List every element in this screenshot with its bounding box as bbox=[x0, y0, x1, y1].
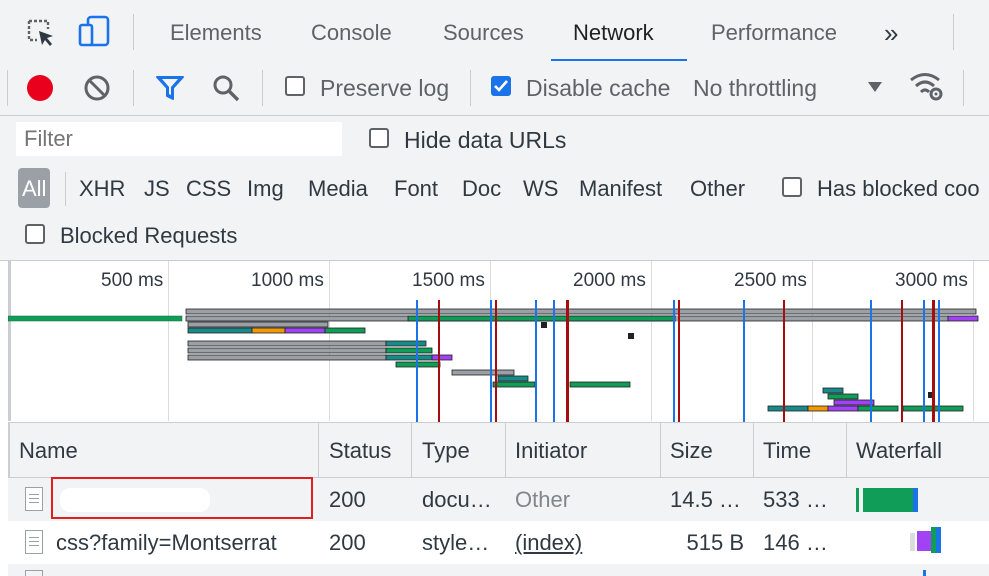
waterfall-bar-download bbox=[913, 488, 918, 512]
waterfall-bar-queue bbox=[910, 533, 915, 551]
filter-type-js[interactable]: JS bbox=[144, 172, 170, 206]
has-blocked-cookies-label[interactable]: Has blocked coo bbox=[817, 172, 989, 206]
tab-elements[interactable]: Elements bbox=[170, 0, 262, 61]
column-header-name[interactable]: Name bbox=[19, 422, 78, 480]
column-header-status[interactable]: Status bbox=[329, 422, 391, 480]
toolbar-separator bbox=[963, 70, 964, 106]
row-time: 146 … bbox=[763, 530, 828, 555]
document-file-icon bbox=[25, 530, 43, 554]
network-conditions-wifi-gear-icon[interactable] bbox=[908, 70, 946, 102]
clear-icon[interactable] bbox=[83, 74, 111, 102]
throttling-select[interactable]: No throttling bbox=[693, 74, 817, 102]
document-file-icon bbox=[25, 570, 43, 576]
row-name[interactable]: css?family=Montserrat bbox=[56, 521, 277, 565]
overview-tick-label: 2000 ms bbox=[573, 270, 646, 291]
toolbar-separator bbox=[7, 70, 8, 106]
waterfall-bar-download bbox=[923, 570, 926, 576]
active-tab-indicator bbox=[551, 59, 687, 61]
requests-table-header bbox=[8, 422, 989, 478]
overview-tick-label: 500 ms bbox=[101, 270, 164, 291]
overview-tick-label: 2500 ms bbox=[734, 270, 807, 291]
filter-type-font[interactable]: Font bbox=[394, 172, 438, 206]
waterfall-bar-download bbox=[936, 527, 941, 553]
blocked-requests-checkbox[interactable] bbox=[25, 224, 45, 244]
toolbar-separator bbox=[470, 70, 471, 106]
hide-data-urls-label[interactable]: Hide data URLs bbox=[404, 126, 566, 154]
row-size: 515 B bbox=[686, 530, 745, 555]
column-header-initiator[interactable]: Initiator bbox=[515, 422, 587, 480]
filter-type-doc[interactable]: Doc bbox=[462, 172, 501, 206]
filter-type-manifest[interactable]: Manifest bbox=[579, 172, 662, 206]
row-initiator: Other bbox=[515, 487, 571, 512]
filter-type-ws[interactable]: WS bbox=[523, 172, 558, 206]
table-row[interactable] bbox=[8, 564, 989, 576]
filter-type-img[interactable]: Img bbox=[247, 172, 284, 206]
row-type: docu… bbox=[422, 487, 492, 512]
disable-cache-label[interactable]: Disable cache bbox=[526, 74, 670, 102]
record-icon[interactable] bbox=[27, 75, 53, 101]
device-toolbar-icon[interactable] bbox=[78, 15, 112, 49]
overview-tick-label: 1500 ms bbox=[412, 270, 485, 291]
toolbar-separator bbox=[262, 70, 263, 106]
row-time: 533 … bbox=[763, 487, 828, 512]
tab-console[interactable]: Console bbox=[311, 0, 392, 61]
redacted-name bbox=[60, 488, 210, 512]
overview-request-bars bbox=[8, 300, 979, 422]
filter-type-other[interactable]: Other bbox=[690, 172, 745, 206]
filter-type-css[interactable]: CSS bbox=[186, 172, 231, 206]
column-header-waterfall[interactable]: Waterfall bbox=[856, 422, 942, 480]
column-header-type[interactable]: Type bbox=[422, 422, 470, 480]
checkmark-icon bbox=[494, 80, 508, 92]
disable-cache-checkbox[interactable] bbox=[491, 76, 511, 96]
row-status: 200 bbox=[329, 487, 366, 512]
filter-type-separator bbox=[65, 172, 66, 206]
more-tabs-chevron-icon[interactable]: » bbox=[884, 0, 898, 61]
waterfall-bar-waiting bbox=[856, 488, 859, 512]
waterfall-bar-ssl bbox=[917, 531, 931, 551]
blocked-requests-label[interactable]: Blocked Requests bbox=[60, 219, 237, 253]
filter-funnel-icon[interactable] bbox=[155, 74, 185, 102]
filter-type-xhr[interactable]: XHR bbox=[79, 172, 125, 206]
toolbar-separator bbox=[133, 70, 134, 106]
column-header-time[interactable]: Time bbox=[763, 422, 811, 480]
filter-type-media[interactable]: Media bbox=[308, 172, 368, 206]
has-blocked-cookies-checkbox[interactable] bbox=[782, 177, 802, 197]
tabbar-separator bbox=[953, 14, 954, 50]
document-file-icon bbox=[25, 487, 43, 511]
row-initiator-link[interactable]: (index) bbox=[515, 521, 582, 565]
row-size: 14.5 … bbox=[670, 487, 741, 512]
tabbar-separator bbox=[133, 14, 134, 50]
filter-input[interactable] bbox=[16, 122, 342, 156]
waterfall-bar-ttfb bbox=[863, 488, 913, 512]
tab-sources[interactable]: Sources bbox=[443, 0, 524, 61]
hide-data-urls-checkbox[interactable] bbox=[369, 128, 389, 148]
tab-performance[interactable]: Performance bbox=[711, 0, 837, 61]
overview-tick-label: 3000 ms bbox=[895, 270, 968, 291]
search-icon[interactable] bbox=[211, 73, 241, 103]
column-header-size[interactable]: Size bbox=[670, 422, 713, 480]
tab-network[interactable]: Network bbox=[573, 0, 654, 61]
row-type: style… bbox=[422, 530, 490, 555]
overview-tick-label: 1000 ms bbox=[251, 270, 324, 291]
inspect-element-icon[interactable] bbox=[26, 18, 56, 48]
filter-type-all[interactable]: All bbox=[18, 168, 51, 208]
preserve-log-checkbox[interactable] bbox=[285, 76, 305, 96]
dropdown-arrow-icon[interactable] bbox=[866, 80, 884, 94]
preserve-log-label[interactable]: Preserve log bbox=[320, 74, 449, 102]
row-status: 200 bbox=[329, 530, 366, 555]
